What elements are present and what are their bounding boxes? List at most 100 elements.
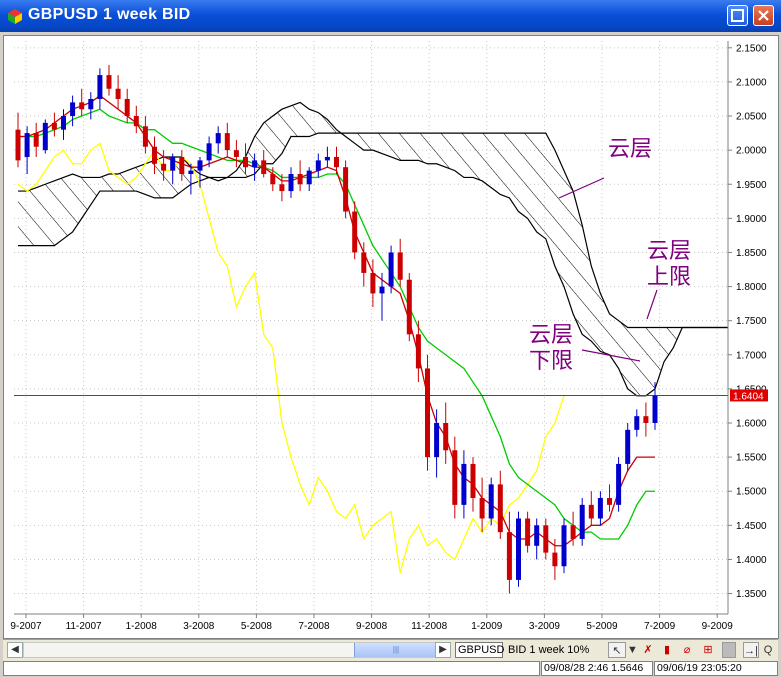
candle-body [643,416,649,423]
candle-body [652,395,658,423]
y-tick-label: 1.9000 [736,214,767,225]
candle-body [415,334,421,369]
candle-body [361,252,367,273]
x-tick-label: 1-2008 [126,621,158,632]
annotation-cloud-upper-1: 云层 [647,239,691,264]
candle-body [334,156,339,168]
candle-body [588,504,594,519]
candle-body [616,463,622,505]
y-tick-label: 2.1500 [736,43,767,54]
x-tick-label: 9-2008 [356,621,388,632]
scroll-end-icon[interactable]: →| [743,642,759,658]
candle-body [634,416,640,430]
ichimoku-chart: 2.1500 2.1000 2.0500 2.0000 1.9500 1.9000 1.85… [10,41,768,632]
annotation-arrow-upper [646,289,658,320]
candle-body [443,423,449,451]
y-tick-label: 1.8000 [736,282,767,293]
candle-body [479,498,485,519]
y-tick-label: 1.6000 [736,419,767,430]
close-button[interactable] [753,5,774,26]
grid-tool-icon[interactable]: ⊞ [700,642,716,658]
candle-body [224,133,230,151]
candle-body [379,286,385,294]
splitter-icon[interactable] [722,642,736,658]
y-tick-label: 1.8500 [736,248,767,259]
candle-body [42,122,48,151]
candle-body [188,170,194,175]
y-tick-label: 1.9500 [736,180,767,191]
horizontal-scrollbar[interactable]: ||| [23,642,438,658]
candle-body [579,504,585,539]
y-tick-label: 1.4000 [736,555,767,566]
candle-body [33,133,39,147]
candle-body [179,156,185,175]
candle-body [233,150,239,157]
candle-body [279,184,285,192]
candle-body [197,160,203,171]
candle-body [434,423,440,458]
y-tick-label: 2.1000 [736,77,767,88]
chart-area[interactable]: 2.1500 2.1000 2.0500 2.0000 1.9500 1.9000 1.85… [3,35,779,639]
x-tick-label: 7-2009 [644,621,676,632]
crosshair-tool-icon[interactable]: ⌀ [679,642,695,658]
candle-body [51,122,57,130]
line-tool-icon[interactable]: ✗ [640,642,656,658]
candle-body [506,532,512,580]
status-blank [3,661,540,676]
y-tick-label: 1.5000 [736,487,767,498]
x-tick-label: 9-2009 [702,621,734,632]
candle-body [370,272,376,294]
candle-body [170,156,176,171]
server-time: 09/06/19 23:05:20 [654,661,778,676]
scroll-left-button[interactable]: ◀ [7,642,23,658]
candle-body [406,279,412,335]
annotation-cloud-lower-1: 云层 [529,323,573,348]
chart-settings-label: BID 1 week 10% [508,644,590,656]
dropdown-arrow-icon[interactable]: ▼ [627,642,638,658]
candle-body [206,143,212,161]
candle-body [425,368,430,458]
x-tick-label: 7-2008 [298,621,330,632]
annotation-cloud-upper-2: 上限 [647,265,691,290]
candle-body [497,484,503,533]
scroll-thumb[interactable]: ||| [354,643,438,657]
annotation-cloud: 云层 [608,137,652,162]
y-tick-label: 1.3500 [736,589,767,600]
candle-body [561,525,567,567]
candle-body [525,518,531,546]
candle-tool-icon[interactable]: ▮ [659,642,675,658]
status-bar: 09/08/28 2:46 1.5646 09/06/19 23:05:20 [3,661,778,677]
candle-body [315,160,321,171]
candle-body [488,484,494,519]
candle-body [152,146,157,164]
candle-body [352,211,358,253]
candle-body [625,429,631,464]
candle-body [516,518,521,580]
candle-body [288,174,294,192]
cursor-tool-icon[interactable]: ↖ [608,642,626,658]
candle-body [270,174,276,185]
candle-body [124,98,130,117]
candle-body [24,133,30,157]
zoom-icon[interactable]: Q [761,642,775,658]
candle-body [470,463,476,499]
candle-body [552,552,558,567]
candle-body [461,463,467,505]
candle-body [133,116,139,127]
x-tick-label: 3-2009 [529,621,561,632]
candle-body [115,88,121,99]
scroll-right-button[interactable]: ▶ [435,642,451,658]
y-tick-label: 2.0500 [736,112,767,123]
candle-body [306,170,312,185]
candle-body [70,102,76,117]
candle-body [142,126,148,147]
candle-body [97,75,103,99]
x-tick-label: 5-2008 [241,621,273,632]
candle-body [61,116,66,130]
annotation-cloud-lower-2: 下限 [529,349,573,374]
maximize-button[interactable] [727,5,748,26]
x-tick-label: 11-2008 [411,621,447,632]
close-icon [758,10,769,21]
symbol-field[interactable]: GBPUSD [455,642,504,658]
candle-body [607,498,612,505]
